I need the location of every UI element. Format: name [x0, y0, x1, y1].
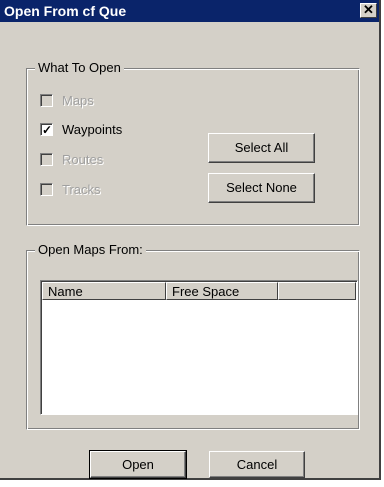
select-all-button[interactable]: Select All	[208, 133, 315, 163]
what-to-open-legend: What To Open	[35, 60, 124, 75]
close-button[interactable]: ✕	[360, 3, 377, 18]
window-title: Open From cf Que	[4, 3, 127, 19]
maps-checkbox	[40, 94, 53, 107]
column-header-extra[interactable]	[278, 282, 356, 300]
maps-label: Maps	[62, 93, 94, 108]
column-header-free-space[interactable]: Free Space	[166, 282, 278, 300]
title-bar: Open From cf Que ✕	[0, 0, 379, 22]
waypoints-label[interactable]: Waypoints	[62, 121, 122, 139]
select-none-button[interactable]: Select None	[208, 173, 315, 203]
cancel-button[interactable]: Cancel	[209, 451, 305, 478]
routes-label: Routes	[62, 152, 104, 167]
select-all-label: Select All	[234, 140, 289, 155]
dialog-window: Open From cf Que ✕ What To Open Maps ✓ W…	[0, 0, 381, 480]
close-icon: ✕	[363, 2, 374, 17]
column-header-name[interactable]: Name	[42, 282, 166, 300]
list-header: Name Free Space	[42, 282, 356, 300]
routes-checkbox	[40, 153, 53, 166]
open-button[interactable]: Open	[89, 450, 187, 479]
maps-list[interactable]: Name Free Space	[40, 280, 358, 415]
select-none-label: Select None	[226, 180, 297, 195]
tracks-label: Tracks	[62, 182, 101, 197]
cancel-label: Cancel	[236, 457, 278, 472]
waypoints-checkbox[interactable]: ✓	[40, 123, 53, 137]
open-maps-from-legend: Open Maps From:	[35, 242, 146, 257]
checkmark-icon: ✓	[42, 123, 53, 137]
open-label: Open	[122, 457, 154, 472]
tracks-checkbox	[40, 183, 53, 196]
